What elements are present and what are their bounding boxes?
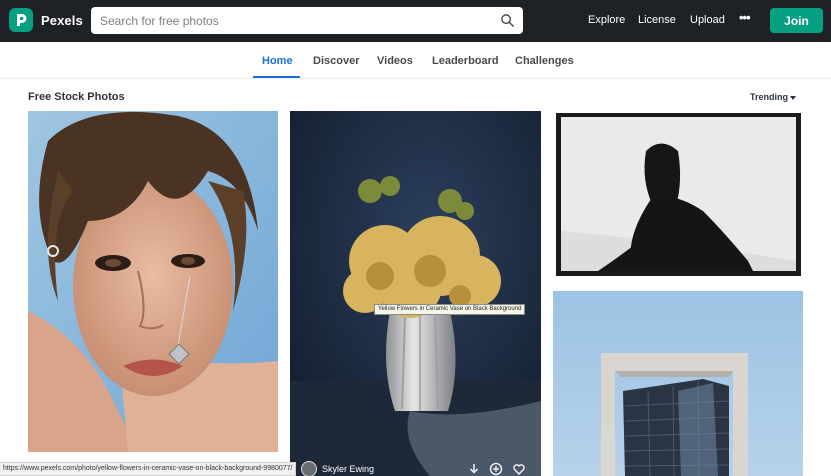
tab-leaderboard[interactable]: Leaderboard xyxy=(432,55,499,67)
tab-videos[interactable]: Videos xyxy=(377,55,413,67)
add-to-collection-icon[interactable] xyxy=(489,462,503,476)
avatar[interactable] xyxy=(301,461,317,476)
more-menu-icon[interactable]: ••• xyxy=(739,10,751,25)
nav-upload-link[interactable]: Upload xyxy=(690,14,725,26)
tab-home[interactable]: Home xyxy=(262,55,293,67)
chevron-down-icon[interactable] xyxy=(790,96,796,100)
main-tabs: Home Discover Videos Leaderboard Challen… xyxy=(0,42,831,79)
sort-dropdown[interactable]: Trending xyxy=(750,92,788,102)
nav-explore-link[interactable]: Explore xyxy=(588,14,625,26)
brand-name[interactable]: Pexels xyxy=(41,13,83,28)
top-bar: Pexels Explore License Upload ••• Join xyxy=(0,0,831,42)
search-icon[interactable] xyxy=(500,13,515,28)
download-icon[interactable] xyxy=(467,462,481,476)
photo-card-yellow-flowers[interactable] xyxy=(290,111,541,476)
photo-card-building[interactable] xyxy=(553,291,803,476)
search-input[interactable] xyxy=(100,12,480,29)
section-title: Free Stock Photos xyxy=(28,91,125,103)
photo-card-woman-in-black[interactable] xyxy=(553,111,803,277)
status-bar-url: https://www.pexels.com/photo/yellow-flow… xyxy=(0,462,297,476)
tab-discover[interactable]: Discover xyxy=(313,55,359,67)
photographer-name[interactable]: Skyler Ewing xyxy=(322,464,374,474)
photo-title-tooltip: Yellow Flowers in Ceramic Vase on Black … xyxy=(374,304,526,315)
pexels-logo-icon[interactable] xyxy=(9,8,33,32)
heart-icon[interactable] xyxy=(512,462,526,476)
search-bar xyxy=(91,7,523,34)
tab-challenges[interactable]: Challenges xyxy=(515,55,574,67)
active-tab-indicator xyxy=(253,76,300,78)
photo-card-portrait-woman[interactable] xyxy=(28,111,278,452)
nav-license-link[interactable]: License xyxy=(638,14,676,26)
join-button[interactable]: Join xyxy=(770,8,823,33)
